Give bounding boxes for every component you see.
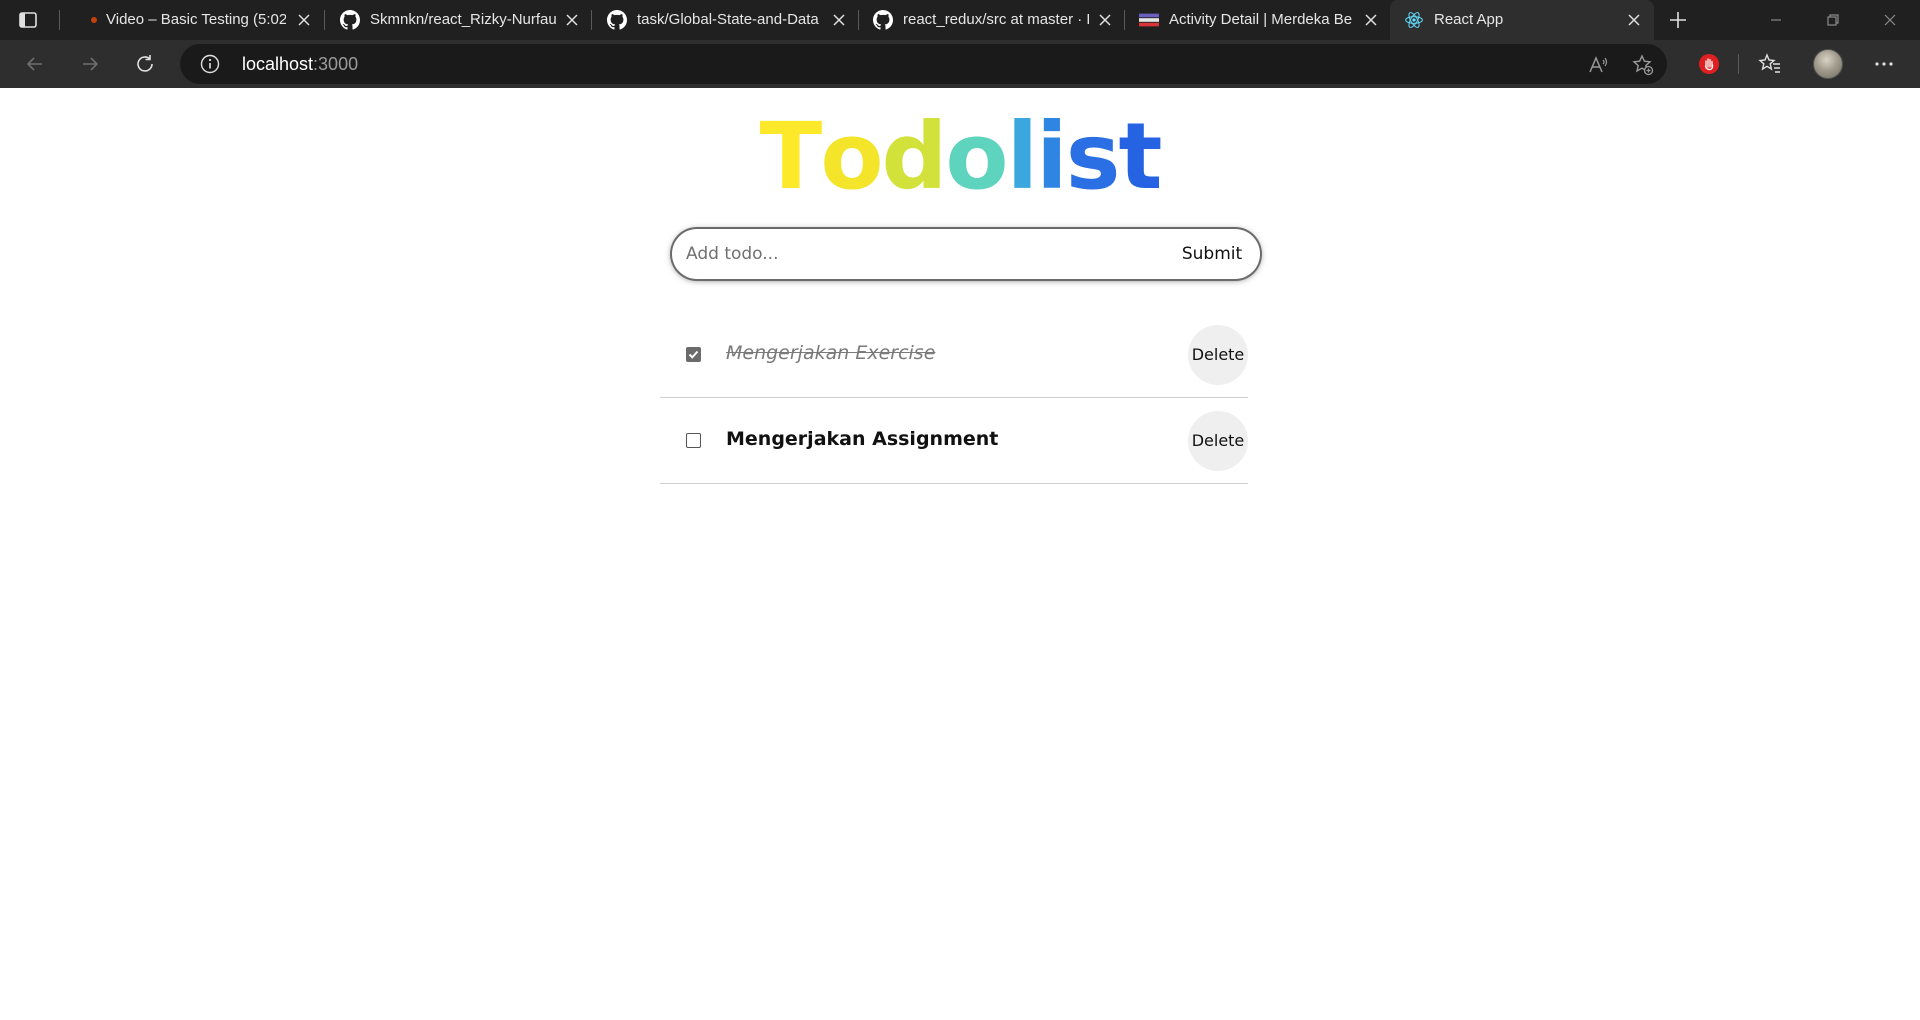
browser-toolbar: localhost:3000	[0, 40, 1920, 88]
submit-button[interactable]: Submit	[1176, 241, 1248, 267]
title-letter: T	[759, 103, 823, 210]
tab-global-state[interactable]: task/Global-State-and-Data	[593, 0, 859, 40]
url-port: :3000	[313, 54, 359, 74]
todo-title: Mengerjakan Assignment	[726, 428, 999, 450]
github-icon	[873, 10, 893, 30]
more-icon	[1875, 62, 1893, 66]
title-letter: d	[881, 103, 948, 210]
title-letter: t	[1118, 103, 1162, 210]
close-icon[interactable]	[831, 12, 847, 28]
tab-react-redux[interactable]: react_redux/src at master · F	[859, 0, 1125, 40]
refresh-icon	[137, 55, 153, 72]
tab-react-app[interactable]: React App	[1390, 0, 1654, 40]
title-letter: o	[945, 103, 1008, 210]
url-host: localhost	[242, 54, 314, 74]
todo-title: Mengerjakan Exercise	[726, 342, 936, 364]
add-todo-input[interactable]	[686, 239, 1126, 269]
title-letter: s	[1065, 103, 1121, 210]
checkmark-icon	[688, 350, 699, 359]
info-icon[interactable]	[200, 54, 220, 74]
github-icon	[607, 10, 627, 30]
close-window-button[interactable]	[1878, 8, 1902, 32]
favorites-button[interactable]	[1758, 52, 1782, 76]
delete-button[interactable]: Delete	[1188, 325, 1248, 385]
toolbar-separator	[1738, 54, 1739, 74]
todo-checkbox[interactable]	[686, 433, 701, 448]
settings-more-button[interactable]	[1872, 52, 1896, 76]
tab-title: React App	[1434, 11, 1504, 28]
back-button[interactable]	[23, 52, 47, 76]
todo-app: Todolist Submit Mengerjakan Exercise Del…	[0, 88, 1920, 1020]
todo-list: Mengerjakan Exercise Delete Mengerjakan …	[660, 312, 1248, 484]
minimize-button[interactable]	[1764, 8, 1788, 32]
close-icon[interactable]	[564, 12, 580, 28]
tab-title: Activity Detail | Merdeka Be	[1169, 11, 1353, 28]
browser-tab-bar: Video – Basic Testing (5:02) Skmnkn/reac…	[0, 0, 1920, 40]
tab-divider	[591, 10, 592, 30]
recording-dot-icon	[84, 10, 104, 30]
new-tab-button[interactable]	[1666, 8, 1690, 32]
close-icon[interactable]	[1097, 12, 1113, 28]
tab-title: Skmnkn/react_Rizky-Nurfau	[370, 11, 556, 28]
add-favorite-icon[interactable]	[1632, 54, 1654, 76]
arrow-left-icon	[26, 57, 42, 71]
close-icon[interactable]	[296, 12, 312, 28]
plus-icon	[1670, 12, 1686, 28]
tab-actions-icon	[19, 12, 37, 28]
address-bar[interactable]: localhost:3000	[180, 44, 1667, 84]
todo-item: Mengerjakan Exercise Delete	[660, 312, 1248, 398]
title-letter: o	[820, 103, 883, 210]
favorites-icon	[1758, 53, 1780, 73]
tab-actions-button[interactable]	[16, 8, 40, 32]
restore-button[interactable]	[1821, 8, 1845, 32]
tab-title: task/Global-State-and-Data	[637, 11, 819, 28]
tab-skmnkn-react[interactable]: Skmnkn/react_Rizky-Nurfau	[326, 0, 592, 40]
extension-button[interactable]	[1697, 52, 1721, 76]
refresh-button[interactable]	[133, 52, 157, 76]
add-todo-form	[672, 229, 1260, 279]
close-icon[interactable]	[1626, 12, 1642, 28]
delete-button[interactable]: Delete	[1188, 411, 1248, 471]
tab-divider	[324, 10, 325, 30]
title-letter: l	[1006, 103, 1039, 210]
todo-checkbox-checked[interactable]	[686, 347, 701, 362]
react-icon	[1404, 10, 1424, 30]
github-icon	[340, 10, 360, 30]
read-aloud-icon[interactable]	[1587, 54, 1609, 76]
merdeka-flag-icon	[1139, 10, 1159, 30]
tab-bar-separator	[59, 10, 60, 30]
tab-title: Video – Basic Testing (5:02)	[106, 11, 286, 28]
restore-icon	[1827, 14, 1839, 26]
forward-button[interactable]	[78, 52, 102, 76]
page-title: Todolist	[0, 102, 1920, 212]
arrow-right-icon	[83, 57, 99, 71]
todo-item: Mengerjakan Assignment Delete	[660, 398, 1248, 484]
tab-activity-detail[interactable]: Activity Detail | Merdeka Be	[1125, 0, 1390, 40]
minimize-icon	[1771, 19, 1781, 21]
title-letter: i	[1036, 103, 1068, 210]
tab-title: react_redux/src at master · F	[903, 11, 1089, 28]
extension-hand-icon	[1699, 54, 1719, 74]
tab-video-basic-testing[interactable]: Video – Basic Testing (5:02)	[70, 0, 325, 40]
url-text: localhost:3000	[242, 54, 358, 75]
profile-avatar[interactable]	[1813, 49, 1843, 79]
close-icon[interactable]	[1363, 12, 1379, 28]
close-icon	[1884, 14, 1896, 26]
